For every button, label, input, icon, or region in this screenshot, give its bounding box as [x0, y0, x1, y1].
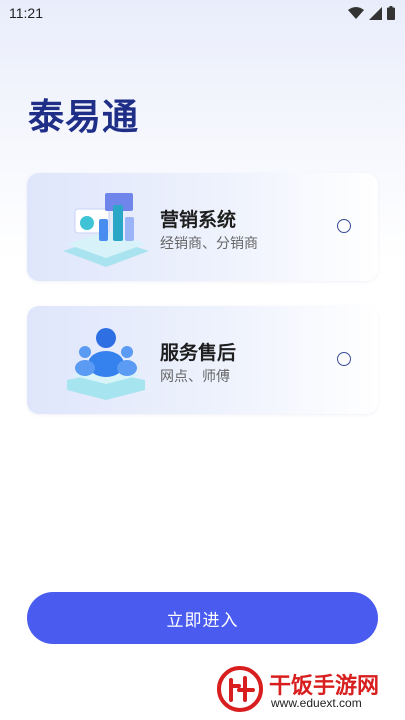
option-title: 服务售后 — [160, 342, 237, 364]
option-card-after-sales[interactable]: 服务售后 网点、师傅 — [27, 306, 378, 414]
wifi-icon — [348, 6, 364, 19]
signal-icon — [369, 6, 382, 20]
radio-button-after-sales[interactable] — [337, 352, 351, 366]
marketing-illustration-icon — [63, 193, 149, 267]
app-title: 泰易通 — [28, 97, 140, 138]
status-bar: 11:21 — [0, 0, 405, 26]
option-card-marketing[interactable]: 营销系统 经销商、分销商 — [27, 173, 378, 281]
radio-button-marketing[interactable] — [337, 219, 351, 233]
enter-button[interactable]: 立即进入 — [27, 592, 378, 644]
watermark-url: www.eduext.com — [271, 696, 362, 710]
option-subtitle: 经销商、分销商 — [160, 236, 258, 252]
battery-icon — [387, 6, 395, 20]
status-icons — [348, 6, 395, 20]
option-subtitle: 网点、师傅 — [160, 369, 230, 385]
status-time: 11:21 — [9, 5, 43, 21]
watermark: 干饭手游网 www.eduext.com — [217, 666, 397, 714]
watermark-logo-icon — [217, 666, 263, 712]
option-title: 营销系统 — [160, 209, 237, 231]
after-sales-illustration-icon — [67, 328, 145, 400]
